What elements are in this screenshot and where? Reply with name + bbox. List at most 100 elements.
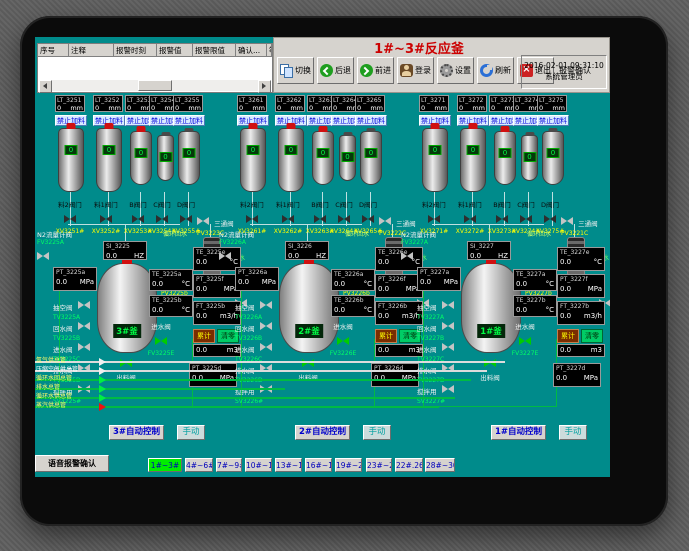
- pipe-header: 循环水回总管: [35, 375, 610, 384]
- valve-label: 料2阀门: [53, 199, 87, 209]
- totalizer-accumulate-button[interactable]: 累计: [557, 329, 579, 343]
- scrollbar-thumb[interactable]: [138, 80, 172, 91]
- reactor-range-button[interactable]: 1#~3#: [148, 458, 182, 472]
- n2-flow-valve[interactable]: N2流量计阀 FV3226A: [219, 229, 263, 265]
- side-valve[interactable]: 回水阀 TV3225B: [53, 316, 101, 337]
- side-valve[interactable]: 回水阀 TV3227B: [417, 316, 465, 337]
- instrument-value: 0.0: [378, 284, 389, 294]
- forward-icon: [360, 64, 373, 77]
- level-indicator: 0: [247, 145, 260, 155]
- manual-button[interactable]: 手动: [363, 425, 391, 440]
- level-indicator: 0: [467, 145, 480, 155]
- n2-flow-valve[interactable]: N2流量计阀 FV3227A: [401, 229, 445, 265]
- side-valve[interactable]: 回水阀 TV3226B: [235, 316, 283, 337]
- instrument-display: TE_3227b 0.0 °C: [513, 295, 557, 317]
- pipe-line: [35, 397, 455, 399]
- water-valve[interactable]: 进水阀 FV3227E: [503, 321, 547, 357]
- instrument-tag: LT_3271: [420, 96, 448, 104]
- pipe-label: 循环水回总管: [36, 373, 72, 382]
- reactor-range-button[interactable]: 4#~6#: [185, 458, 213, 472]
- alarm-table-scrollbar[interactable]: [39, 80, 271, 91]
- side-valve[interactable]: 抽空阀 TV3226A: [235, 295, 283, 316]
- instrument-tag: SI_3227: [468, 242, 510, 251]
- instrument-tag: LT_3252: [94, 96, 122, 104]
- tank-cap: [287, 123, 296, 129]
- side-valve[interactable]: 进水阀 TV3227C: [417, 337, 465, 358]
- water-valve[interactable]: 进水阀 FV3226E: [321, 321, 365, 357]
- feed-valve-row: 料2阀门 XV3261# 料1阀门 XV3262# B阀门 XV3263# C阀…: [235, 199, 395, 229]
- feed-inhibit-button[interactable]: 禁止加料: [537, 115, 569, 126]
- valve-icon: [197, 217, 209, 226]
- temperature-displays: TE_3227a 0.0 °C TE_3227b 0.0 °C: [513, 269, 557, 321]
- valve-label: 料2阀门: [417, 199, 451, 209]
- totalizer-accumulate-button[interactable]: 累计: [193, 329, 215, 343]
- manual-button[interactable]: 手动: [559, 425, 587, 440]
- side-valve[interactable]: 进水阀 TV3226C: [235, 337, 283, 358]
- scroll-right-icon[interactable]: [258, 80, 271, 93]
- instrument-value: 0: [95, 104, 99, 112]
- valve-tag: XV3272#: [453, 228, 487, 235]
- side-valve[interactable]: 抽空阀 TV3227A: [417, 295, 465, 316]
- instrument-unit: °C: [364, 305, 372, 315]
- pipe-label: 蒸汽供总管: [36, 400, 66, 409]
- toolbar-button[interactable]: 刷新: [477, 57, 514, 84]
- instrument-display: FT_3227b 0.0 m3/h: [557, 301, 605, 325]
- feed-valve[interactable]: 料1阀门 XV3262#: [271, 199, 305, 235]
- feed-valve[interactable]: 料1阀门 XV3272#: [453, 199, 487, 235]
- instrument-display: TE_3225a 0.0 °C: [149, 269, 193, 291]
- side-valve[interactable]: 抽空阀 TV3225A: [53, 295, 101, 316]
- tank-cap: [469, 123, 478, 129]
- reactor-range-button[interactable]: 28#~30#: [425, 458, 455, 472]
- auto-control-button[interactable]: 3#自动控制: [109, 425, 164, 440]
- n2-flow-valve[interactable]: N2流量计阀 FV3225A: [37, 229, 81, 265]
- instrument-tag: LT_3265: [356, 96, 384, 104]
- switch-icon: [280, 64, 293, 77]
- totalizer-accumulate-button[interactable]: 累计: [375, 329, 397, 343]
- valve-icon: [519, 337, 531, 346]
- reactor-range-button[interactable]: 10#~12#: [245, 458, 272, 472]
- toolbar-button[interactable]: 登录: [397, 57, 434, 84]
- reactor-range-button[interactable]: 13#~15#: [275, 458, 302, 472]
- condenser-inlet-label: 循环回水: [163, 229, 187, 238]
- instrument-value: 0.0: [516, 279, 527, 289]
- feed-valve-row: 料2阀门 XV3251# 料1阀门 XV3252# B阀门 XV3253# C阀…: [53, 199, 213, 229]
- three-way-valve[interactable]: 三通阀 PV3221C: [561, 211, 609, 237]
- valve-icon: [442, 301, 454, 310]
- reactor-range-button[interactable]: 16#~18#: [305, 458, 332, 472]
- instrument-display: PT_3226f 0.0 MPa: [375, 274, 423, 298]
- hopper-tank: 0: [58, 128, 84, 192]
- toolbar-button[interactable]: 设置: [437, 57, 474, 84]
- manual-button[interactable]: 手动: [177, 425, 205, 440]
- reactor-range-button[interactable]: 7#~9#: [216, 458, 242, 472]
- valve-icon: [100, 215, 112, 224]
- agitator-display: SI_3226 0.0 HZ: [285, 241, 329, 260]
- instrument-tag: TE_3227b: [514, 296, 556, 305]
- instrument-value: 0.0: [420, 277, 431, 287]
- feed-inhibit-button[interactable]: 禁止加料: [173, 115, 205, 126]
- auto-control-button[interactable]: 1#自动控制: [491, 425, 546, 440]
- toolbar-button[interactable]: 后退: [317, 57, 354, 84]
- instrument-tag: SI_3225: [104, 242, 146, 251]
- instrument-tag: PT_3226f: [376, 275, 422, 284]
- auto-control-button[interactable]: 2#自动控制: [295, 425, 350, 440]
- water-valve[interactable]: 进水阀 FV3225E: [139, 321, 183, 357]
- instrument-tag: PT_3226a: [236, 268, 278, 277]
- reactor-range-button[interactable]: 22#.26#.27#: [395, 458, 423, 472]
- reactor-range-button[interactable]: 23#~25#: [366, 458, 392, 472]
- instrument-value: 0.0: [334, 279, 345, 289]
- toolbar-button[interactable]: 切换: [277, 57, 314, 84]
- instrument-unit: °C: [594, 257, 602, 267]
- reactor-range-button[interactable]: 19#~21#: [335, 458, 362, 472]
- scroll-left-icon[interactable]: [39, 80, 52, 93]
- feed-valve[interactable]: 料1阀门 XV3252#: [89, 199, 123, 235]
- feed-inhibit-button[interactable]: 禁止加料: [355, 115, 387, 126]
- hopper-unit: LT_3261 0 mm 禁止加料 0: [237, 95, 271, 112]
- alarm-table-header-cell: 确认...: [236, 44, 267, 57]
- scrollbar-track[interactable]: [52, 80, 258, 91]
- instrument-display: PT_3225a 0.0 MPa: [53, 267, 97, 291]
- valve-tag: FV3227A: [401, 239, 445, 246]
- instrument-value: 0.0: [516, 305, 527, 315]
- instrument-value: 0: [277, 104, 281, 112]
- totalizer-clear-button[interactable]: 清零: [581, 329, 603, 343]
- toolbar-button[interactable]: 前进: [357, 57, 394, 84]
